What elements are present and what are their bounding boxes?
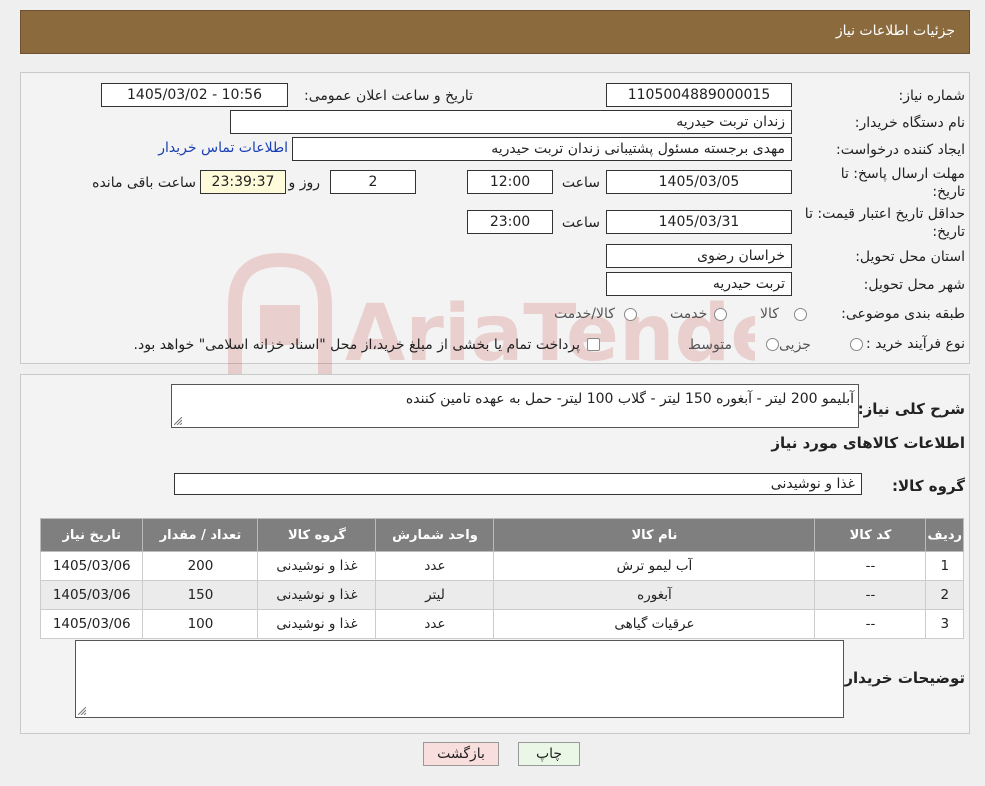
process-note: پرداخت تمام یا بخشی از مبلغ خرید،از محل … — [133, 337, 580, 353]
resize-grip-icon[interactable] — [174, 417, 182, 425]
col-row: ردیف — [925, 518, 964, 552]
need-description-label: شرح کلی نیاز: — [857, 400, 965, 418]
announce-label: تاریخ و ساعت اعلان عمومی: — [304, 88, 473, 104]
process-label: نوع فرآیند خرید : — [866, 336, 965, 352]
buyer-org-label: نام دستگاه خریدار: — [854, 115, 965, 131]
city-label: شهر محل تحویل: — [863, 277, 965, 293]
watermark-text: AriaTender.neT — [345, 289, 755, 379]
category-service-label: خدمت — [670, 306, 708, 322]
resize-grip-icon[interactable] — [78, 707, 86, 715]
row-date: 1405/03/06 — [39, 609, 144, 639]
page-title: جزئیات اطلاعات نیاز — [835, 23, 955, 39]
table-row: 3 -- عرقیات گیاهی عدد غذا و نوشیدنی 100 … — [39, 609, 964, 639]
row-unit: عدد — [375, 609, 495, 639]
process-treasury-checkbox[interactable] — [587, 338, 600, 351]
row-code: -- — [814, 580, 927, 610]
row-unit: لیتر — [375, 580, 495, 610]
process-minor-label: جزیی — [779, 337, 811, 353]
col-name: نام کالا — [493, 518, 816, 552]
table-row: 1 -- آب لیمو ترش عدد غذا و نوشیدنی 200 1… — [39, 551, 964, 581]
category-goods-label: کالا — [760, 306, 779, 322]
city-field: تربت حیدریه — [606, 272, 792, 296]
print-button[interactable]: چاپ — [518, 742, 580, 766]
row-code: -- — [814, 551, 927, 581]
buyer-org-field: زندان تربت حیدریه — [230, 110, 792, 134]
row-quantity: 100 — [142, 609, 259, 639]
remaining-label: ساعت باقی مانده — [92, 175, 196, 191]
table-row: 2 -- آبغوره لیتر غذا و نوشیدنی 150 1405/… — [39, 580, 964, 610]
remaining-time-field: 23:39:37 — [200, 170, 286, 194]
goods-info-title: اطلاعات کالاهای مورد نیاز — [771, 434, 965, 452]
row-unit: عدد — [375, 551, 495, 581]
process-minor-radio[interactable] — [850, 338, 863, 351]
col-date: تاریخ نیاز — [39, 518, 144, 552]
validity-time-label: ساعت — [561, 215, 600, 231]
col-code: کد کالا — [814, 518, 927, 552]
deadline-date-field: 1405/03/05 — [606, 170, 792, 194]
goods-table: ردیف کد کالا نام کالا واحد شمارش گروه کا… — [39, 518, 964, 639]
row-date: 1405/03/06 — [39, 580, 144, 610]
row-group: غذا و نوشیدنی — [257, 580, 377, 610]
col-unit: واحد شمارش — [375, 518, 495, 552]
process-medium-radio[interactable] — [766, 338, 779, 351]
row-quantity: 200 — [142, 551, 259, 581]
row-group: غذا و نوشیدنی — [257, 551, 377, 581]
row-name: آبغوره — [493, 580, 816, 610]
row-number: 3 — [925, 609, 964, 639]
category-goods-radio[interactable] — [794, 308, 807, 321]
col-group: گروه کالا — [257, 518, 377, 552]
col-quantity: تعداد / مقدار — [142, 518, 259, 552]
category-goods-service-radio[interactable] — [624, 308, 637, 321]
row-group: غذا و نوشیدنی — [257, 609, 377, 639]
row-name: عرقیات گیاهی — [493, 609, 816, 639]
validity-date-field: 1405/03/31 — [606, 210, 792, 234]
row-code: -- — [814, 609, 927, 639]
need-description-text: آبلیمو 200 لیتر - آبغوره 150 لیتر - گلاب… — [405, 391, 854, 407]
goods-group-field: غذا و نوشیدنی — [174, 473, 862, 495]
validity-label: حداقل تاریخ اعتبار قیمت: تا تاریخ: — [804, 206, 965, 240]
deadline-time-label: ساعت — [561, 175, 600, 191]
buyer-contact-link[interactable]: اطلاعات تماس خریدار — [158, 140, 288, 156]
buyer-notes-field[interactable] — [75, 640, 844, 718]
category-goods-service-label: کالا/خدمت — [554, 306, 615, 322]
requester-label: ایجاد کننده درخواست: — [836, 142, 965, 158]
goods-table-header: ردیف کد کالا نام کالا واحد شمارش گروه کا… — [39, 518, 964, 552]
requester-field: مهدی برجسته مسئول پشتیبانی زندان تربت حی… — [292, 137, 792, 161]
goods-group-label: گروه کالا: — [892, 477, 965, 495]
back-button[interactable]: بازگشت — [423, 742, 499, 766]
days-label: روز و — [288, 175, 321, 191]
row-number: 1 — [925, 551, 964, 581]
buyer-notes-label: توضیحات خریدار: — [838, 669, 965, 687]
validity-time-field: 23:00 — [467, 210, 553, 234]
row-date: 1405/03/06 — [39, 551, 144, 581]
row-quantity: 150 — [142, 580, 259, 610]
province-field: خراسان رضوی — [606, 244, 792, 268]
row-number: 2 — [925, 580, 964, 610]
province-label: استان محل تحویل: — [855, 249, 965, 265]
category-service-radio[interactable] — [714, 308, 727, 321]
deadline-time-field: 12:00 — [467, 170, 553, 194]
announce-field: 1405/03/02 - 10:56 — [101, 83, 288, 107]
days-field: 2 — [330, 170, 416, 194]
process-medium-label: متوسط — [688, 337, 732, 353]
category-label: طبقه بندی موضوعی: — [841, 306, 965, 322]
row-name: آب لیمو ترش — [493, 551, 816, 581]
need-description-field: آبلیمو 200 لیتر - آبغوره 150 لیتر - گلاب… — [171, 384, 859, 428]
deadline-label: مهلت ارسال پاسخ: تا تاریخ: — [840, 166, 965, 200]
page-header: جزئیات اطلاعات نیاز — [20, 10, 970, 54]
need-number-field: 1105004889000015 — [606, 83, 792, 107]
need-number-label: شماره نیاز: — [898, 88, 966, 104]
